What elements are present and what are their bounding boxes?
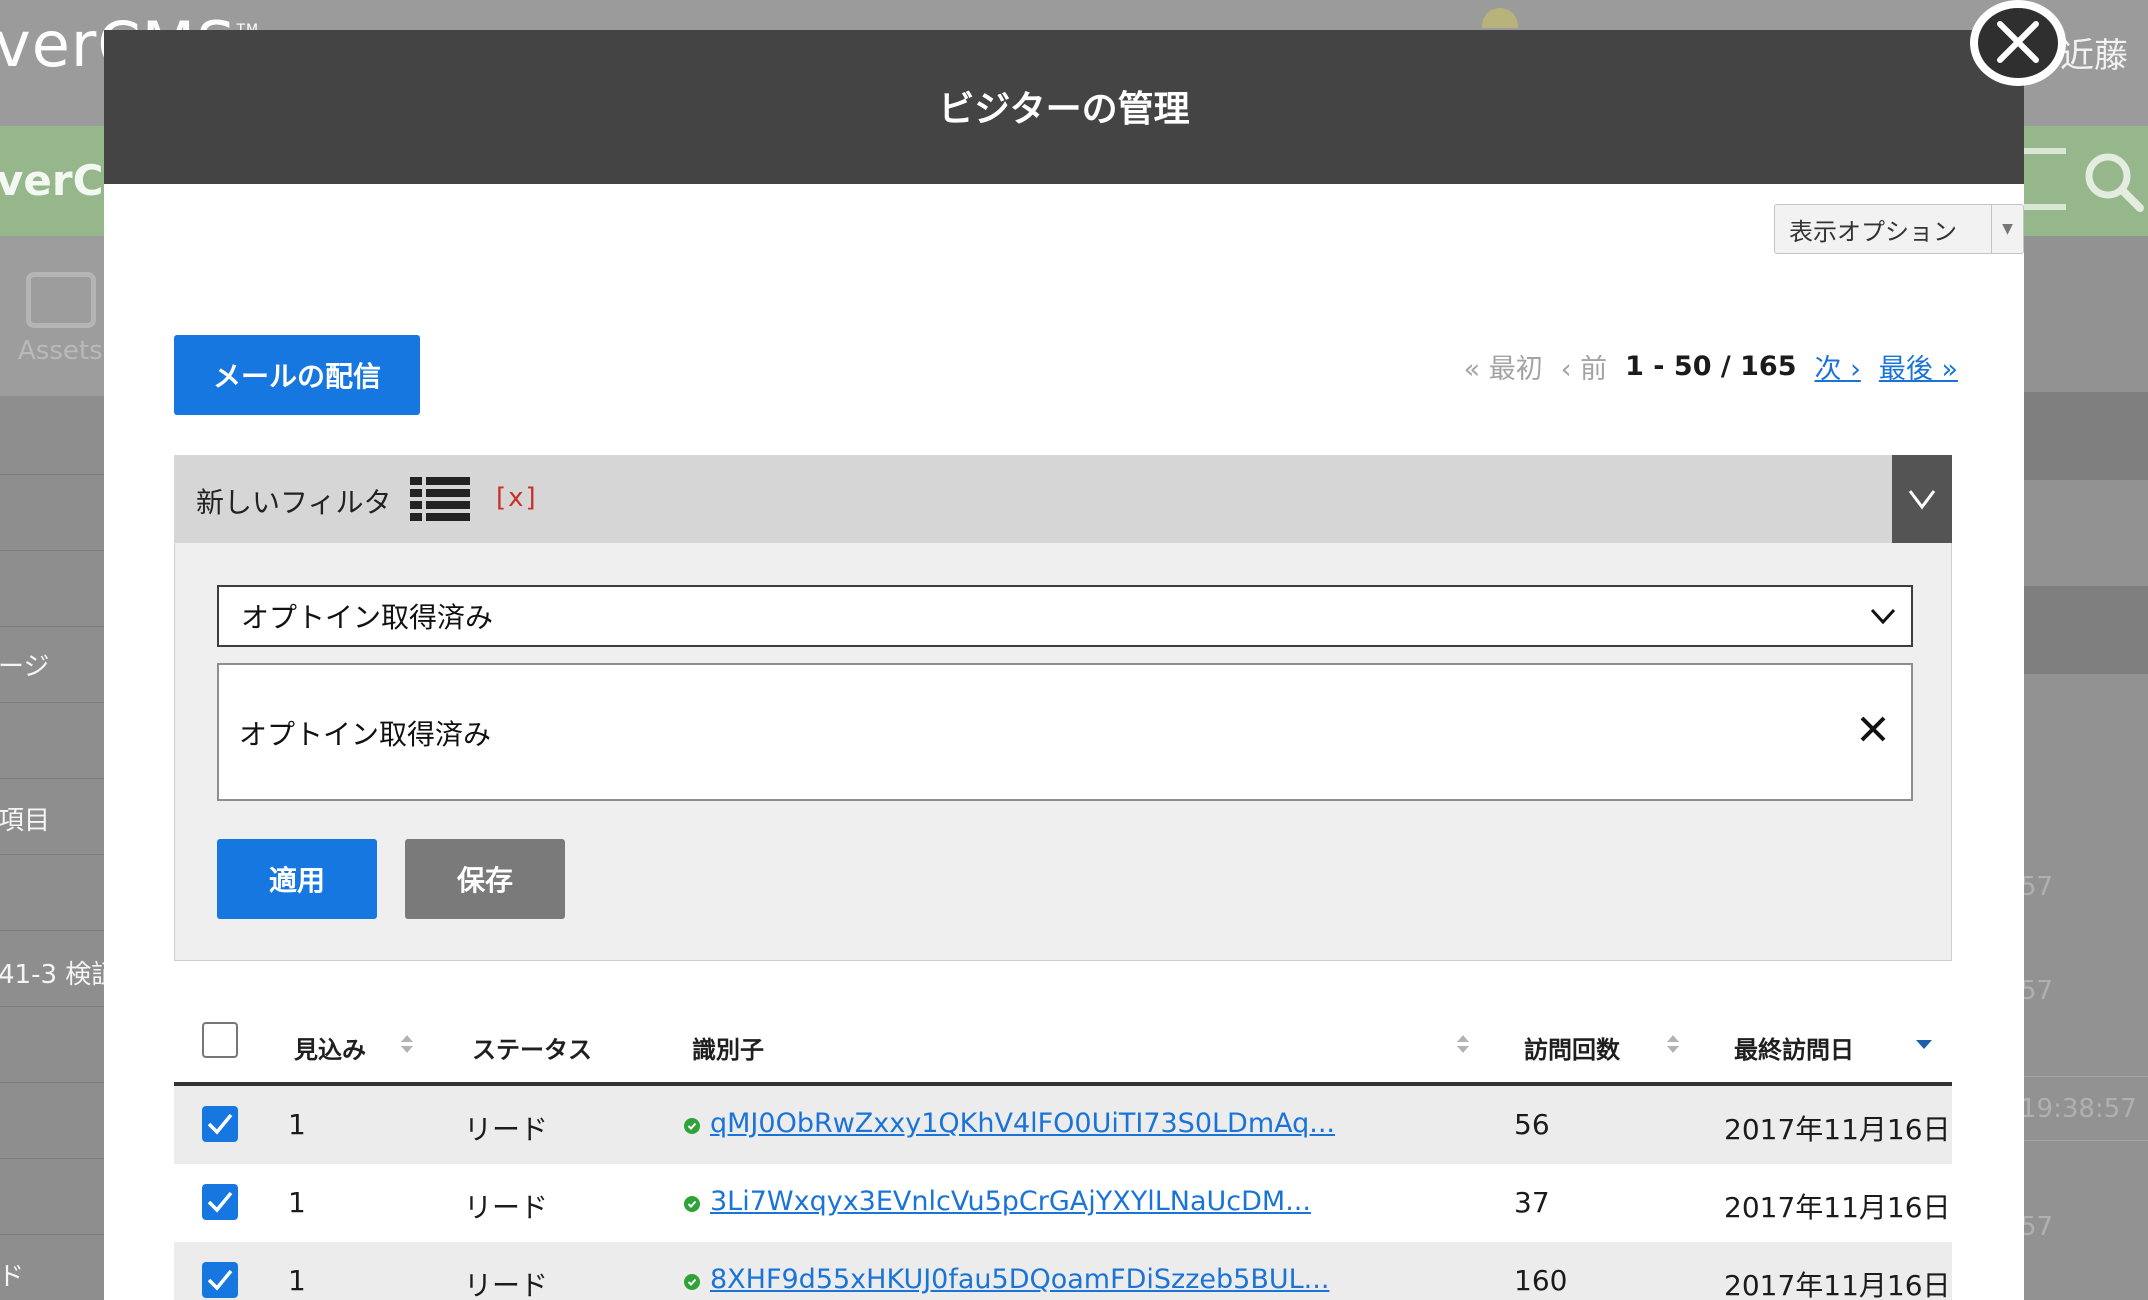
column-header-identifier[interactable]: 識別子 [692, 1030, 764, 1065]
cell-last-visit: 2017年11月16日 [1724, 1269, 1951, 1300]
sidebar-divider [0, 626, 110, 627]
table-row[interactable]: 1 リード qMJ0ObRwZxxy1QKhV4lFO0UiTI73S0LDmA… [174, 1086, 1952, 1164]
cell-visits: 37 [1514, 1186, 1550, 1219]
pager-next[interactable]: 次 › [1815, 347, 1861, 386]
visitor-table: 見込み ステータス 識別子 訪問回数 最終訪問日 1 リード qMJ0ObRwZ… [174, 990, 1952, 1300]
filter-value-box[interactable]: オプトイン取得済み [217, 663, 1913, 801]
content-time: 19:38:57 [2020, 1094, 2137, 1124]
save-button[interactable]: 保存 [405, 839, 565, 919]
pager-prev: ‹ 前 [1560, 353, 1608, 385]
cell-prospect: 1 [288, 1264, 306, 1297]
apply-button[interactable]: 適用 [217, 839, 377, 919]
visitor-id-link[interactable]: 8XHF9d55xHKUJ0fau5DQoamFDiSzzeb5BUL... [710, 1264, 1329, 1295]
sort-icon[interactable] [1666, 1034, 1680, 1054]
search-icon[interactable] [2082, 150, 2144, 212]
pagination: « 最初 ‹ 前 1 - 50 / 165 次 › 最後 » [1464, 346, 1958, 386]
pager-last[interactable]: 最後 » [1879, 347, 1958, 386]
sidebar-divider [0, 1082, 110, 1083]
content-time: 57 [2020, 1212, 2054, 1242]
visitor-management-modal: ビジターの管理 表示オプション ▼ メールの配信 « 最初 ‹ 前 1 - 50… [104, 30, 2024, 1300]
cell-last-visit: 2017年11月16日 [1724, 1191, 1951, 1224]
sidebar-divider [0, 778, 110, 779]
sidebar-divider [0, 550, 110, 551]
filter-body: オプトイン取得済み オプトイン取得済み 適用 保存 [174, 543, 1952, 961]
caret-down-icon: ▼ [1991, 205, 2023, 253]
checkmark-icon [207, 1269, 233, 1291]
sidebar-divider [0, 1158, 110, 1159]
image-icon [26, 272, 96, 328]
content-header-band [2022, 392, 2148, 480]
sidebar-item[interactable]: ージ [0, 646, 49, 683]
column-header-last-visit[interactable]: 最終訪問日 [1734, 1030, 1854, 1065]
table-row[interactable]: 1 リード 3Li7Wxqyx3EVnlcVu5pCrGAjYXYlLNaUcD… [174, 1164, 1952, 1242]
row-checkbox[interactable] [202, 1262, 238, 1298]
cell-prospect: 1 [288, 1186, 306, 1219]
close-icon [1997, 21, 2039, 63]
display-options-dropdown[interactable]: 表示オプション ▼ [1774, 204, 2024, 254]
modal-header: ビジターの管理 [104, 30, 2024, 184]
sidebar-divider [0, 854, 110, 855]
column-header-visits[interactable]: 訪問回数 [1524, 1030, 1620, 1065]
select-all-checkbox[interactable] [202, 1022, 238, 1058]
cell-status: リード [464, 1269, 549, 1300]
filter-field-select[interactable]: オプトイン取得済み [217, 585, 1913, 647]
filter-collapse-toggle[interactable] [1892, 455, 1952, 543]
content-time: 57 [2020, 976, 2054, 1006]
table-header: 見込み ステータス 識別子 訪問回数 最終訪問日 [174, 990, 1952, 1086]
cell-visits: 56 [1514, 1108, 1550, 1141]
content-header-band [2022, 586, 2148, 674]
cell-status: リード [464, 1191, 549, 1224]
sort-icon[interactable] [1456, 1034, 1470, 1054]
filter-name: 新しいフィルタ [196, 486, 392, 519]
sidebar-divider [0, 702, 110, 703]
row-checkbox[interactable] [202, 1184, 238, 1220]
column-header-prospect[interactable]: 見込み [294, 1030, 366, 1065]
modal-title: ビジターの管理 [938, 89, 1190, 130]
cell-prospect: 1 [288, 1108, 306, 1141]
chevron-down-icon [1908, 490, 1936, 510]
sidebar-divider [0, 1006, 110, 1007]
cell-visits: 160 [1514, 1264, 1568, 1297]
close-modal-button[interactable] [1970, 0, 2066, 86]
send-mail-button[interactable]: メールの配信 [174, 335, 420, 415]
visitor-id-link[interactable]: 3Li7Wxqyx3EVnlcVu5pCrGAjYXYlLNaUcDM... [710, 1186, 1311, 1217]
status-ok-icon [684, 1274, 700, 1290]
list-icon[interactable] [410, 477, 470, 521]
filter-value-text: オプトイン取得済み [239, 718, 492, 751]
chevron-down-icon [1870, 608, 1896, 625]
sidebar-divider [0, 930, 110, 931]
sidebar-item[interactable]: 41-3 検証 [0, 954, 117, 991]
pager-first: « 最初 [1463, 353, 1543, 385]
user-name[interactable]: 近藤 [2060, 28, 2128, 77]
sidebar-divider [0, 1234, 110, 1235]
pager-range: 1 - 50 / 165 [1625, 350, 1797, 382]
display-options-label: 表示オプション [1789, 217, 1957, 246]
filter-remove-link[interactable]: [x] [496, 483, 538, 513]
status-ok-icon [684, 1196, 700, 1212]
content-row-divider [2022, 1076, 2148, 1077]
export-icon[interactable] [2018, 148, 2066, 210]
column-header-status[interactable]: ステータス [472, 1030, 592, 1065]
sort-icon[interactable] [400, 1034, 414, 1054]
checkmark-icon [207, 1191, 233, 1213]
filter-header: 新しいフィルタ [x] [174, 455, 1952, 543]
row-checkbox[interactable] [202, 1106, 238, 1142]
checkmark-icon [207, 1113, 233, 1135]
cell-status: リード [464, 1113, 549, 1146]
sidebar-item[interactable]: ド [0, 1256, 24, 1293]
status-ok-icon [684, 1118, 700, 1134]
cell-last-visit: 2017年11月16日 [1724, 1113, 1951, 1146]
visitor-id-link[interactable]: qMJ0ObRwZxxy1QKhV4lFO0UiTI73S0LDmAq... [710, 1108, 1335, 1139]
sidebar-item[interactable]: 項目 [0, 800, 50, 837]
sidebar-assets-label: Assets [18, 336, 103, 366]
sort-desc-icon[interactable] [1916, 1040, 1932, 1049]
table-row[interactable]: 1 リード 8XHF9d55xHKUJ0fau5DQoamFDiSzzeb5BU… [174, 1242, 1952, 1300]
clear-icon[interactable] [1853, 709, 1893, 749]
filter-field-select-value: オプトイン取得済み [241, 601, 494, 634]
content-row-divider [2022, 1140, 2148, 1141]
content-time: 57 [2020, 872, 2054, 902]
sidebar-divider [0, 474, 110, 475]
